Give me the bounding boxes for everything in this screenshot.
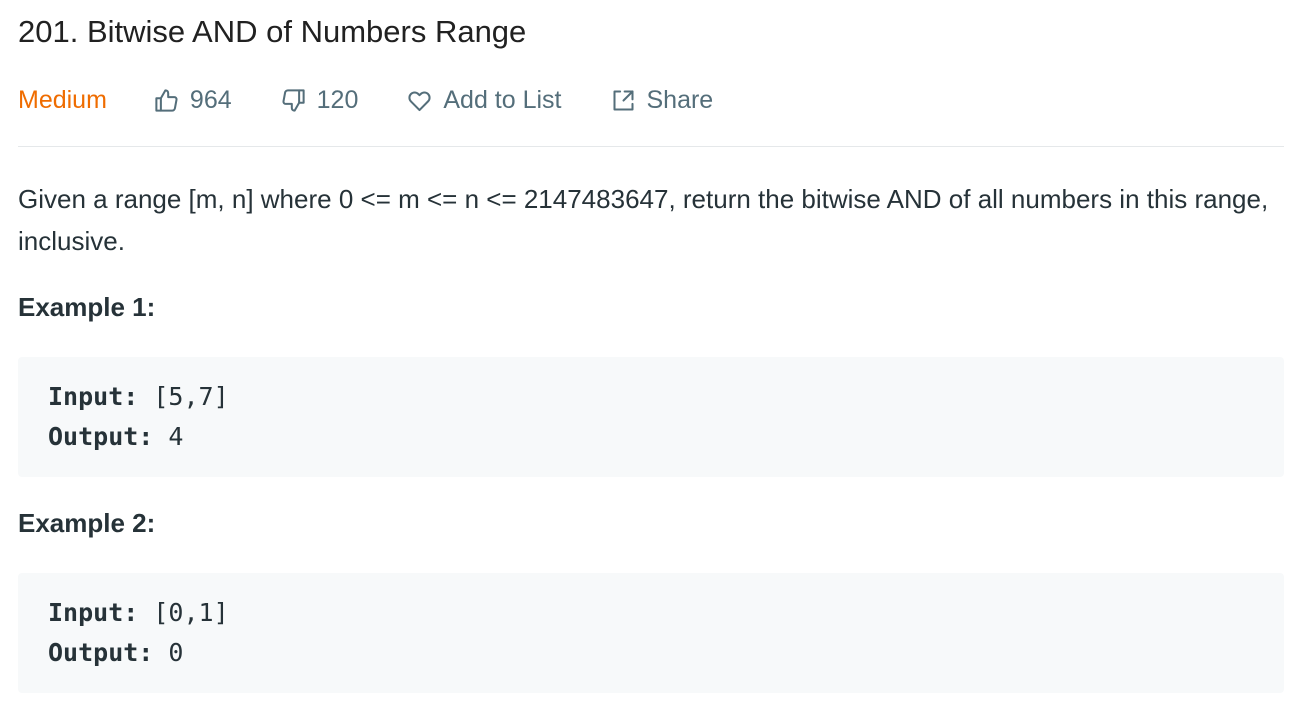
example-1-code-block: Input: [5,7] Output: 4 (18, 357, 1284, 477)
example-1-output-line: Output: 4 (48, 417, 1254, 457)
input-label: Input: (48, 598, 139, 627)
example-1-input-line: Input: [5,7] (48, 377, 1254, 417)
meta-divider (18, 146, 1284, 147)
problem-page: 201. Bitwise AND of Numbers Range Medium… (0, 0, 1306, 718)
example-2-title: Example 2: (18, 508, 156, 538)
example-2-input-line: Input: [0,1] (48, 593, 1254, 633)
input-value: [0,1] (138, 598, 229, 627)
example-1-title: Example 1: (18, 292, 156, 322)
add-to-list-label: Add to List (443, 85, 562, 114)
share-icon (612, 89, 634, 111)
share-label: Share (646, 85, 714, 114)
share-button[interactable]: Share (610, 85, 714, 115)
problem-title: 201. Bitwise AND of Numbers Range (18, 14, 527, 49)
like-count: 964 (189, 85, 232, 114)
input-label: Input: (48, 382, 139, 411)
input-value: [5,7] (138, 382, 229, 411)
problem-meta-bar: Medium 964 120 Add to List Share (18, 82, 713, 118)
example-2-output-line: Output: 0 (48, 633, 1254, 673)
output-value: 0 (153, 638, 184, 667)
output-label: Output: (48, 422, 154, 451)
output-label: Output: (48, 638, 154, 667)
like-button[interactable]: 964 (153, 86, 232, 115)
dislike-count: 120 (316, 85, 359, 114)
thumbs-up-icon (155, 88, 178, 112)
problem-description: Given a range [m, n] where 0 <= m <= n <… (18, 184, 1269, 256)
heart-icon (408, 90, 431, 111)
example-2-code-block: Input: [0,1] Output: 0 (18, 573, 1284, 693)
dislike-button[interactable]: 120 (280, 85, 359, 115)
thumbs-down-icon (282, 88, 305, 112)
difficulty-label: Medium (18, 85, 107, 114)
add-to-list-button[interactable]: Add to List (406, 85, 562, 115)
output-value: 4 (153, 422, 184, 451)
